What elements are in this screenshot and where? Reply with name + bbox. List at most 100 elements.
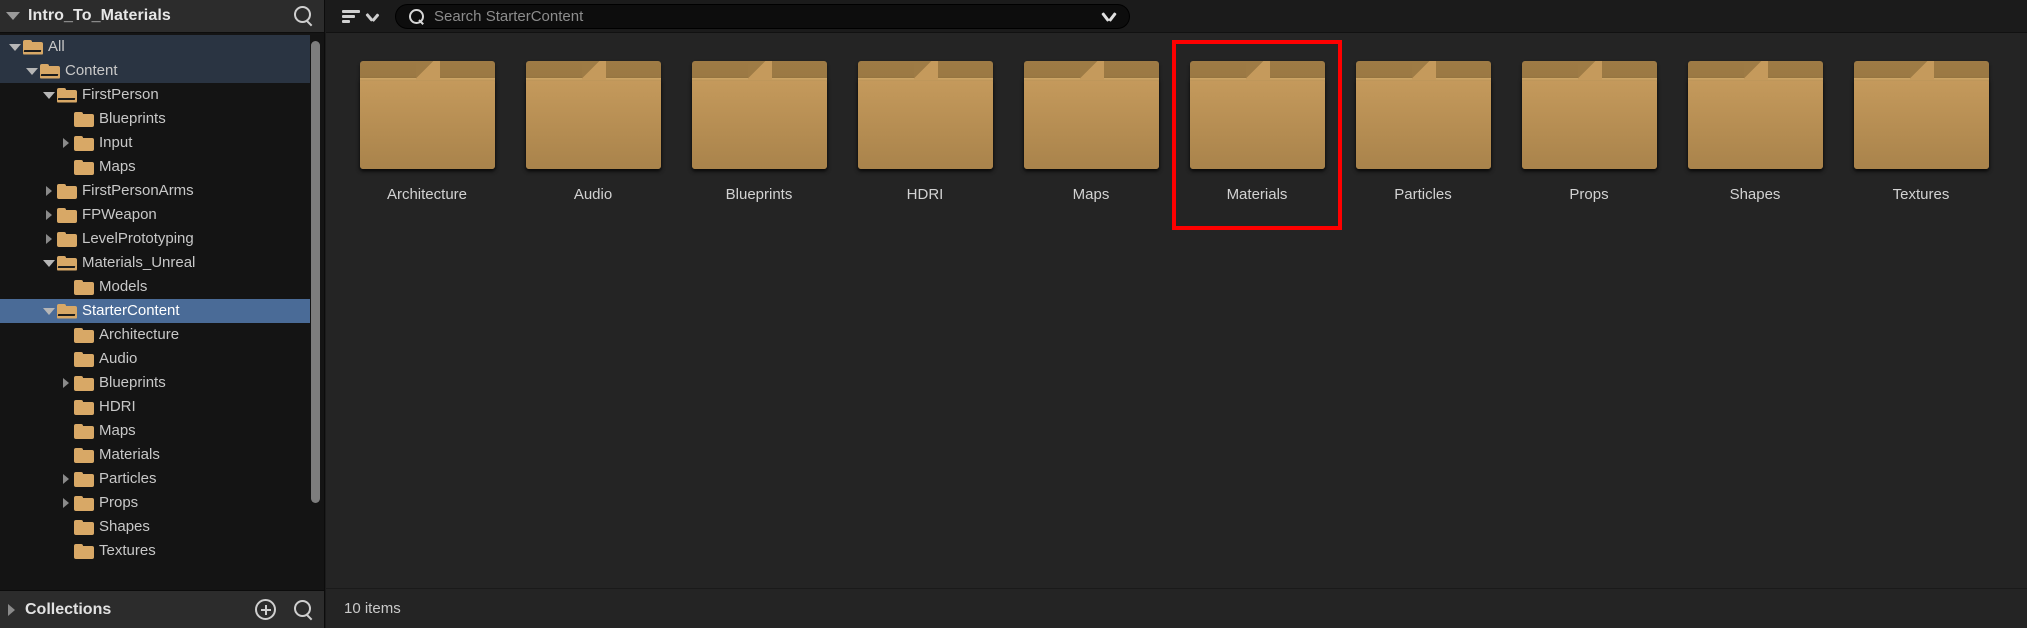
folder-icon [691, 61, 827, 169]
tree-item-hdri[interactable]: HDRI [0, 395, 310, 419]
tree-item-label: Blueprints [99, 110, 166, 127]
asset-tile-architecture[interactable]: Architecture [344, 53, 510, 203]
tree-item-materials-unreal[interactable]: Materials_Unreal [0, 251, 310, 275]
tree-item-label: Maps [99, 422, 136, 439]
tree-item-architecture[interactable]: Architecture [0, 323, 310, 347]
triangle-right-icon[interactable] [40, 203, 57, 227]
asset-tile-audio[interactable]: Audio [510, 53, 676, 203]
tree-item-label: Audio [99, 350, 138, 367]
tree-item-models[interactable]: Models [0, 275, 310, 299]
folder-icon [74, 399, 94, 415]
tree-item-firstperson[interactable]: FirstPerson [0, 83, 310, 107]
tree-item-particles[interactable]: Particles [0, 467, 310, 491]
tree-item-label: StarterContent [82, 302, 180, 319]
collections-bar[interactable]: Collections [0, 590, 324, 628]
search-icon[interactable] [292, 599, 314, 621]
chevron-down-icon[interactable] [1102, 12, 1117, 21]
triangle-right-icon[interactable] [57, 467, 74, 491]
folder-icon [74, 351, 94, 367]
triangle-right-icon[interactable] [8, 603, 15, 616]
tree-item-startercontent[interactable]: StarterContent [0, 299, 310, 323]
triangle-down-icon [25, 67, 38, 75]
tree-item-input[interactable]: Input [0, 131, 310, 155]
tree-item-blueprints[interactable]: Blueprints [0, 107, 310, 131]
folder-icon [74, 327, 94, 343]
folder-icon [74, 519, 94, 535]
tree-item-blueprints[interactable]: Blueprints [0, 371, 310, 395]
asset-tile-grid: Architecture Audio Blueprints HDRI Maps Mater… [326, 33, 2027, 588]
search-icon[interactable] [292, 5, 314, 27]
asset-tile-label: Textures [1892, 186, 1950, 203]
asset-tile-props[interactable]: Props [1506, 53, 1672, 203]
folder-icon [74, 543, 94, 559]
folder-icon [857, 61, 993, 169]
asset-tile-textures[interactable]: Textures [1838, 53, 2004, 203]
content-toolbar: Search StarterContent [326, 0, 2027, 33]
asset-tile-blueprints[interactable]: Blueprints [676, 53, 842, 203]
folder-icon [57, 207, 77, 223]
asset-tile-materials[interactable]: Materials [1174, 53, 1340, 203]
folder-tree[interactable]: All Content FirstPerson Blueprints Input Maps… [0, 33, 310, 590]
tree-item-fpweapon[interactable]: FPWeapon [0, 203, 310, 227]
triangle-down-icon [42, 307, 55, 315]
sidebar-scrollbar-thumb[interactable] [311, 41, 320, 503]
triangle-down-icon[interactable] [6, 12, 20, 20]
tree-item-label: LevelPrototyping [82, 230, 194, 247]
plus-circle-icon[interactable] [255, 599, 276, 620]
filter-icon[interactable] [340, 8, 362, 24]
triangle-right-icon[interactable] [40, 179, 57, 203]
tree-item-maps[interactable]: Maps [0, 419, 310, 443]
asset-tile-label: Materials [1226, 186, 1288, 203]
tree-item-materials[interactable]: Materials [0, 443, 310, 467]
tree-item-firstpersonarms[interactable]: FirstPersonArms [0, 179, 310, 203]
folder-icon [1521, 61, 1657, 169]
content-browser-sidebar: Intro_To_Materials All Content FirstPerson… [0, 0, 325, 628]
triangle-down-icon[interactable] [23, 59, 40, 83]
tree-item-audio[interactable]: Audio [0, 347, 310, 371]
asset-tile-label: Shapes [1729, 186, 1781, 203]
tree-item-label: Shapes [99, 518, 150, 535]
tree-item-all[interactable]: All [0, 35, 310, 59]
tree-item-label: All [48, 38, 65, 55]
search-icon [408, 8, 425, 25]
tree-item-props[interactable]: Props [0, 491, 310, 515]
triangle-right-icon[interactable] [57, 371, 74, 395]
tree-item-textures[interactable]: Textures [0, 539, 310, 563]
triangle-right-icon[interactable] [57, 491, 74, 515]
folder-icon [1853, 61, 1989, 169]
triangle-right-icon[interactable] [40, 227, 57, 251]
triangle-right-icon[interactable] [57, 131, 74, 155]
tree-item-shapes[interactable]: Shapes [0, 515, 310, 539]
folder-open-icon [23, 39, 43, 55]
tree-item-label: Materials_Unreal [82, 254, 196, 271]
folder-icon [74, 423, 94, 439]
folder-icon [74, 447, 94, 463]
tree-item-levelprototyping[interactable]: LevelPrototyping [0, 227, 310, 251]
triangle-down-icon[interactable] [40, 251, 57, 275]
tree-item-label: Textures [99, 542, 156, 559]
sidebar-scrollbar-track[interactable] [311, 37, 320, 586]
tree-item-content[interactable]: Content [0, 59, 310, 83]
triangle-down-icon[interactable] [40, 83, 57, 107]
content-browser-main: Search StarterContent Architecture Audio B… [326, 0, 2027, 628]
search-input[interactable]: Search StarterContent [395, 3, 1130, 29]
tree-item-label: Maps [99, 158, 136, 175]
triangle-down-icon[interactable] [40, 299, 57, 323]
asset-tile-maps[interactable]: Maps [1008, 53, 1174, 203]
tree-item-label: Materials [99, 446, 160, 463]
collections-label: Collections [25, 600, 112, 618]
tree-item-maps[interactable]: Maps [0, 155, 310, 179]
triangle-down-icon[interactable] [6, 35, 23, 59]
asset-tile-particles[interactable]: Particles [1340, 53, 1506, 203]
triangle-down-icon [42, 91, 55, 99]
folder-open-icon [40, 63, 60, 79]
tree-item-label: Models [99, 278, 148, 295]
chevron-down-icon[interactable] [366, 12, 379, 20]
folder-icon [74, 111, 94, 127]
asset-tile-hdri[interactable]: HDRI [842, 53, 1008, 203]
asset-tile-shapes[interactable]: Shapes [1672, 53, 1838, 203]
